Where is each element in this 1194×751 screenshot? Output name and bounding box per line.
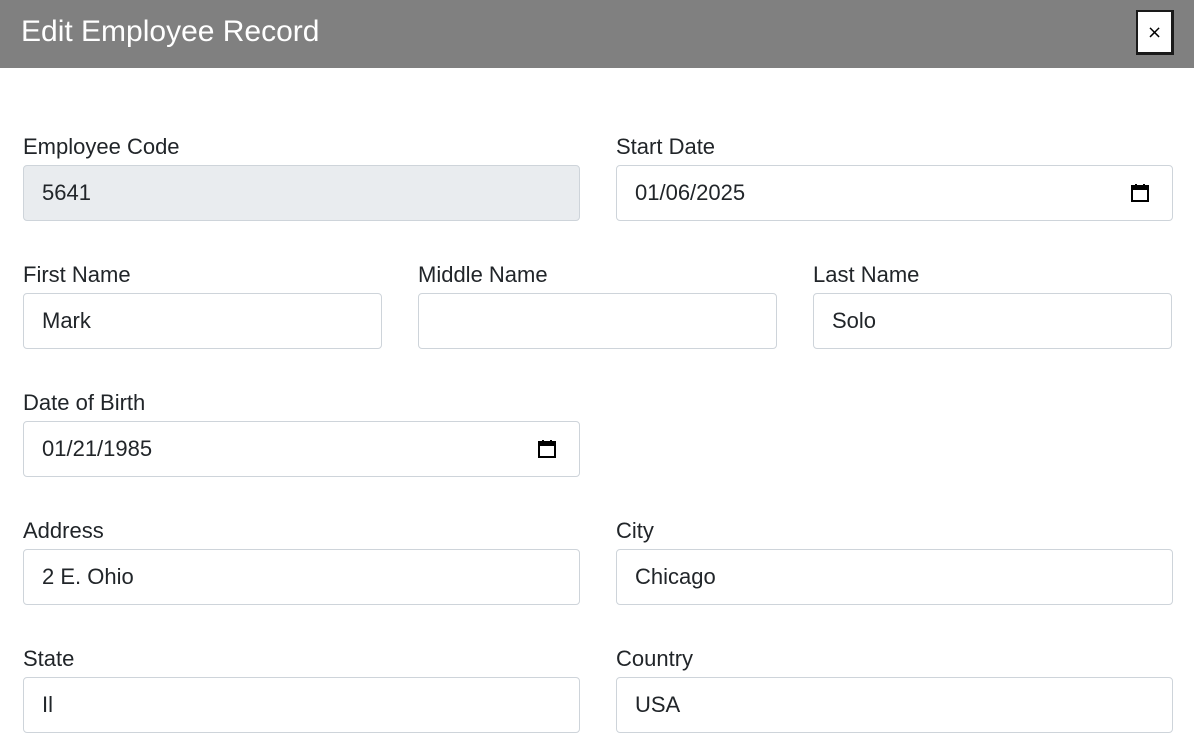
calendar-icon[interactable]: [537, 439, 557, 459]
calendar-icon[interactable]: [1130, 183, 1150, 203]
middle-name-label: Middle Name: [418, 262, 548, 287]
date-of-birth-label: Date of Birth: [23, 390, 146, 415]
edit-employee-modal: Edit Employee Record × Employee Code Sta…: [0, 0, 1194, 751]
last-name-label: Last Name: [813, 262, 920, 287]
date-of-birth-field[interactable]: 01/21/1985: [23, 421, 580, 477]
country-field[interactable]: [616, 677, 1173, 733]
modal-title: Edit Employee Record: [21, 15, 320, 48]
employee-code-field[interactable]: [23, 165, 580, 221]
address-label: Address: [23, 518, 104, 543]
address-field[interactable]: [23, 549, 580, 605]
last-name-field[interactable]: [813, 293, 1172, 349]
first-name-field[interactable]: [23, 293, 382, 349]
start-date-label: Start Date: [616, 134, 716, 159]
close-button[interactable]: ×: [1136, 10, 1174, 55]
start-date-value: 01/06/2025: [635, 180, 746, 205]
first-name-label: First Name: [23, 262, 131, 287]
city-field[interactable]: [616, 549, 1173, 605]
middle-name-field[interactable]: [418, 293, 777, 349]
country-label: Country: [616, 646, 694, 671]
modal-header: Edit Employee Record ×: [0, 0, 1194, 68]
state-field[interactable]: [23, 677, 580, 733]
date-of-birth-value: 01/21/1985: [42, 436, 153, 461]
state-label: State: [23, 646, 75, 671]
employee-code-label: Employee Code: [23, 134, 180, 159]
start-date-field[interactable]: 01/06/2025: [616, 165, 1173, 221]
city-label: City: [616, 518, 654, 543]
